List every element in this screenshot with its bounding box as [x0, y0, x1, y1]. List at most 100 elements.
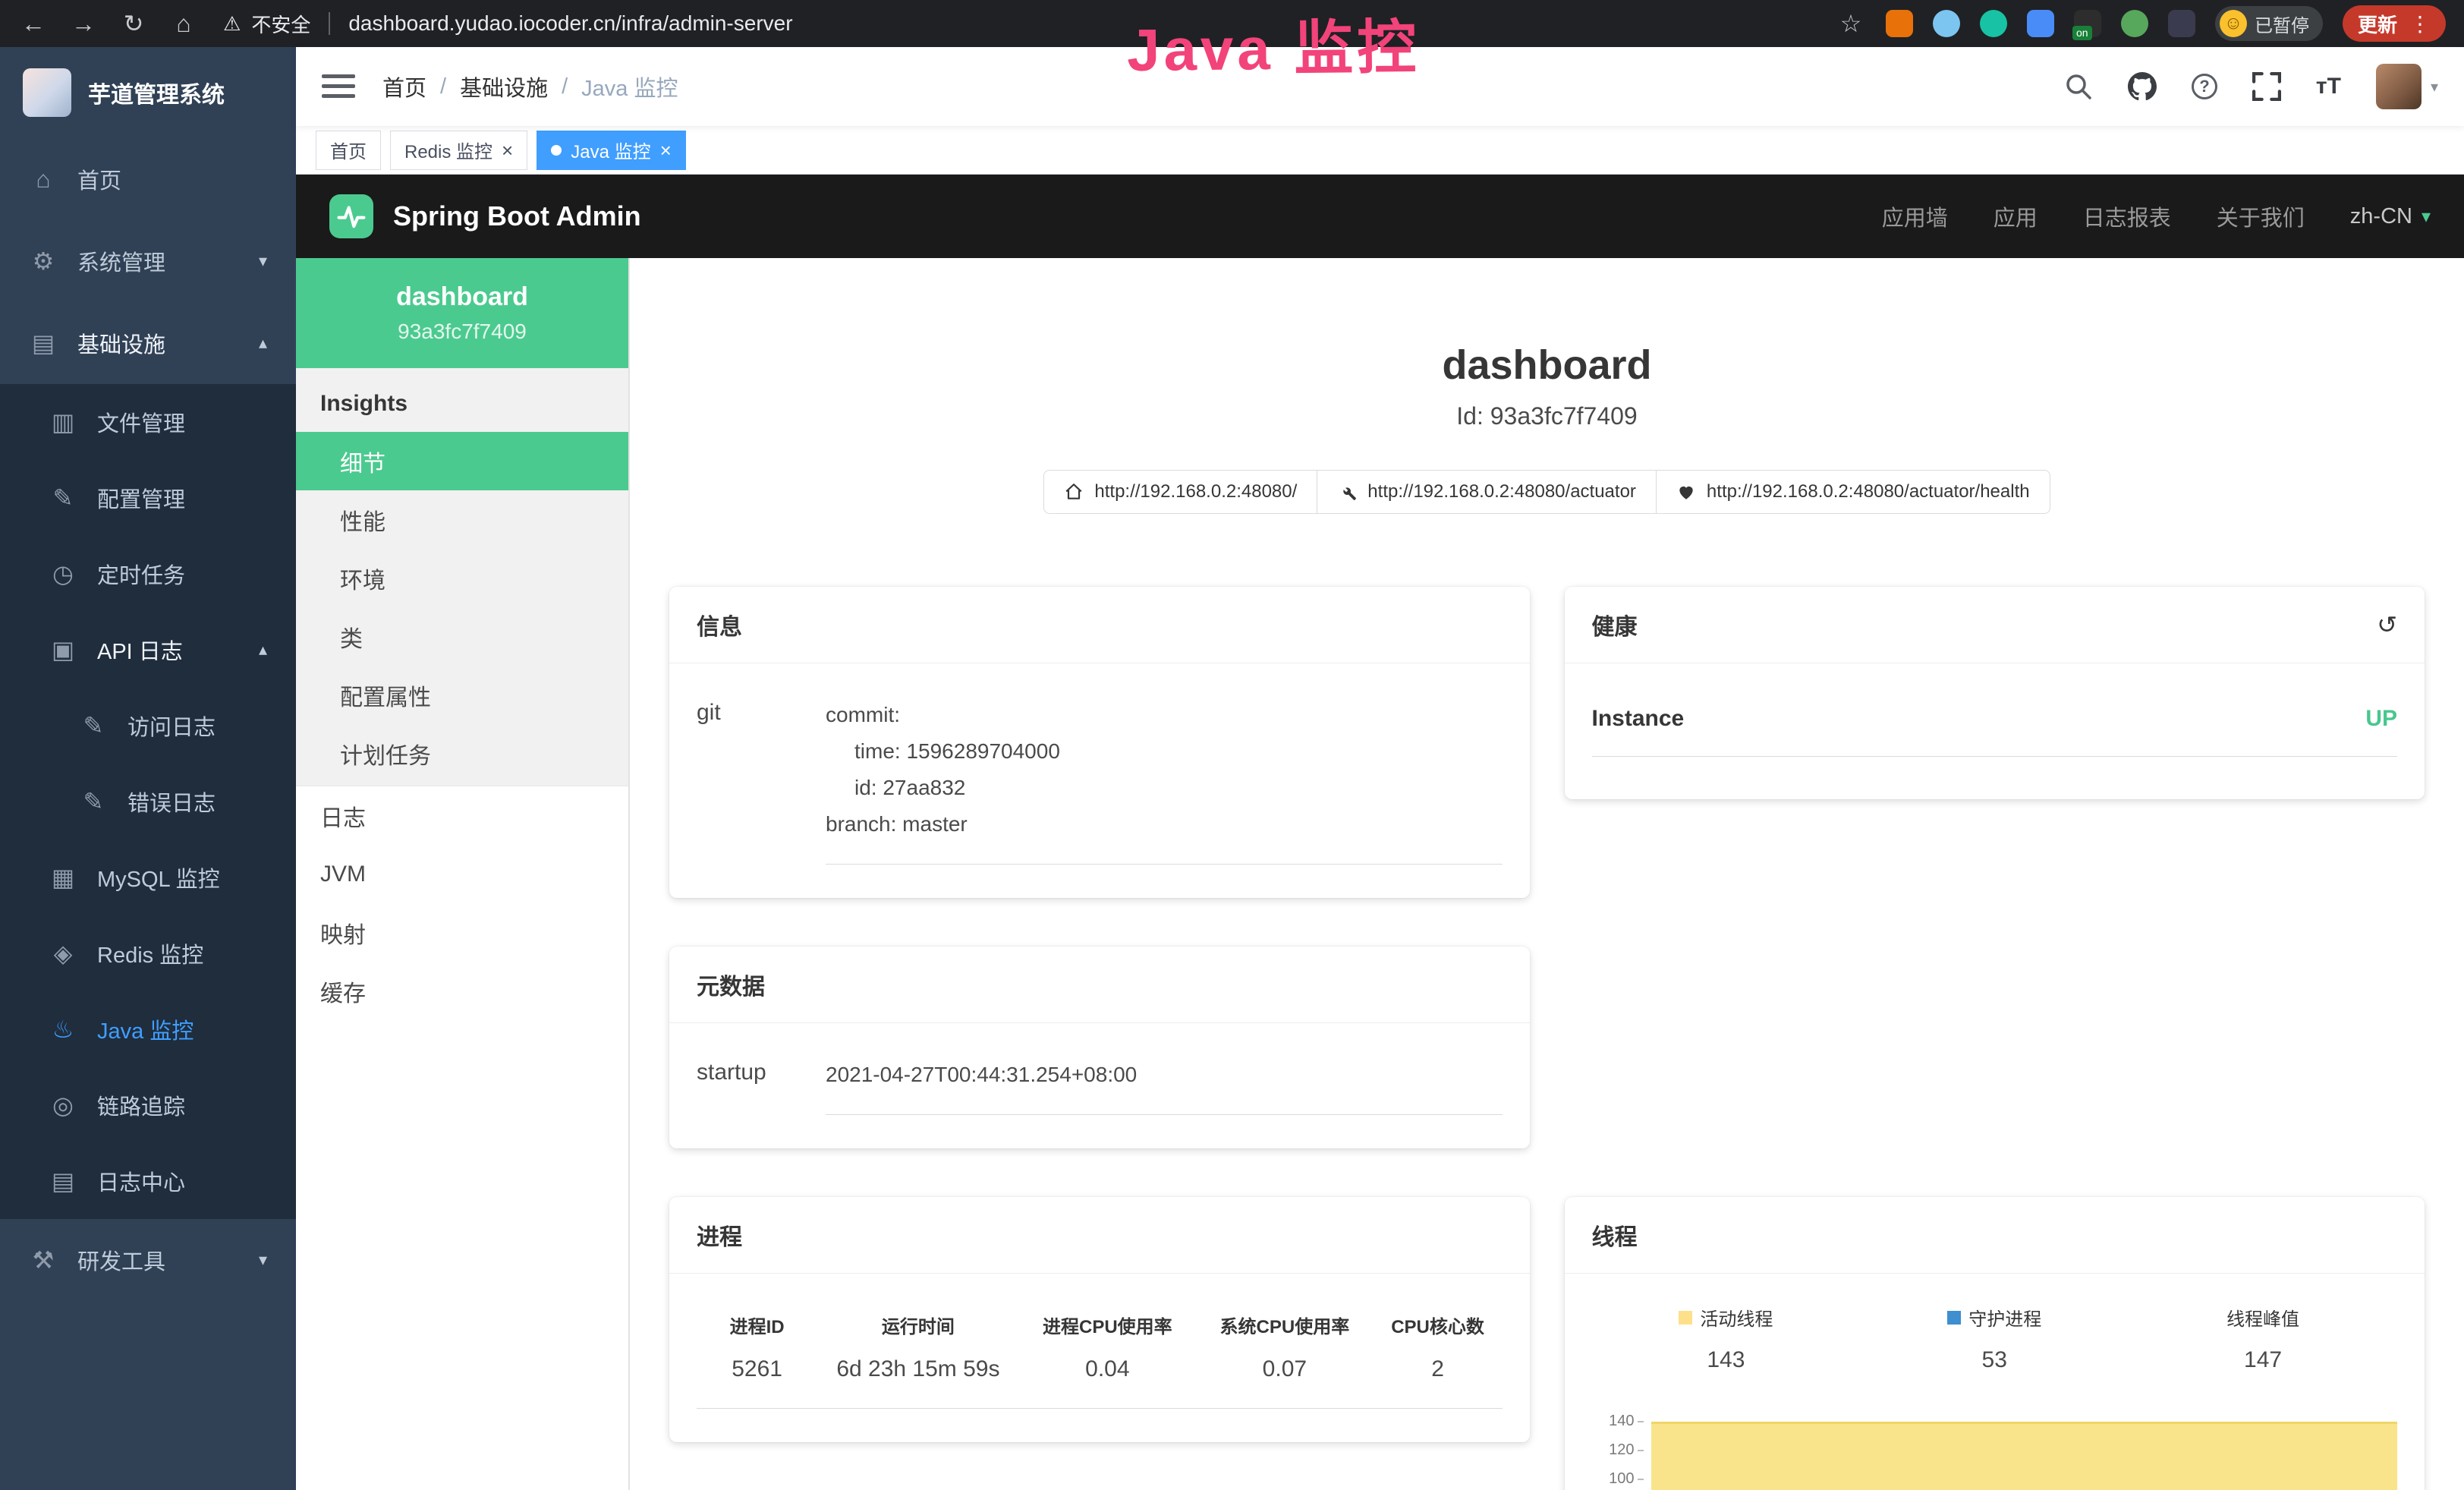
process-col-cores: CPU核心数	[1374, 1307, 1503, 1356]
instance-id: 93a3fc7f7409	[398, 320, 527, 344]
sba-nav-mappings[interactable]: 映射	[296, 903, 628, 962]
sba-nav-config-props[interactable]: 配置属性	[296, 666, 628, 724]
sba-nav-scheduled-tasks[interactable]: 计划任务	[296, 724, 628, 783]
health-url: http://192.168.0.2:48080/actuator/health	[1707, 481, 2030, 502]
metadata-key: startup	[697, 1057, 826, 1115]
browser-menu-icon[interactable]: ⋮	[2409, 11, 2431, 36]
extension-icon-6[interactable]	[2121, 10, 2148, 37]
close-icon[interactable]: ×	[502, 140, 513, 160]
sba-main: dashboard Id: 93a3fc7f7409 http://192.16…	[630, 258, 2464, 1490]
service-url-button[interactable]: http://192.168.0.2:48080/	[1043, 470, 1317, 514]
card-title: 进程	[697, 1218, 742, 1252]
extension-icon-3[interactable]	[1980, 10, 2007, 37]
chrome-update-button[interactable]: 更新 ⋮	[2343, 5, 2446, 42]
github-icon[interactable]	[2128, 72, 2157, 101]
info-value: commit: time: 1596289704000 id: 27aa832 …	[826, 697, 1503, 865]
close-icon[interactable]: ×	[660, 140, 672, 160]
extension-icon-2[interactable]	[1933, 10, 1960, 37]
health-url-button[interactable]: http://192.168.0.2:48080/actuator/health	[1656, 470, 2050, 514]
sba-nav-about[interactable]: 关于我们	[2217, 200, 2305, 232]
log-icon: ▣	[49, 635, 77, 664]
search-icon[interactable]	[2064, 72, 2093, 101]
sidebar-item-label: 链路追踪	[97, 1089, 185, 1121]
fullscreen-icon[interactable]	[2252, 72, 2281, 101]
sba-nav-journal[interactable]: 日志报表	[2083, 200, 2171, 232]
metadata-value-wrap: 2021-04-27T00:44:31.254+08:00	[826, 1057, 1503, 1115]
sidebar-item-api-logs[interactable]: ▣ API 日志 ▴	[0, 612, 296, 688]
app-logo-row[interactable]: 芋道管理系统	[0, 47, 296, 138]
sba-nav-details[interactable]: 细节	[296, 432, 628, 490]
sba-nav-jvm[interactable]: JVM	[296, 845, 628, 903]
sba-brand-title: Spring Boot Admin	[393, 200, 641, 232]
reload-icon[interactable]: ↻	[118, 9, 149, 38]
sidebar-item-label: 错误日志	[127, 786, 216, 817]
sidebar-item-java-monitor[interactable]: ♨ Java 监控	[0, 991, 296, 1067]
extension-icon-7[interactable]	[2168, 10, 2195, 37]
sidebar-item-error-logs[interactable]: ✎ 错误日志	[0, 764, 296, 840]
back-icon[interactable]: ←	[18, 10, 49, 38]
profile-paused-chip[interactable]: ☺ 已暂停	[2215, 6, 2323, 41]
threads-card-body: 活动线程 143 守护进程	[1565, 1274, 2425, 1490]
history-icon[interactable]: ↺	[2377, 610, 2397, 639]
home-icon[interactable]: ⌂	[168, 10, 199, 38]
log-center-icon: ▤	[49, 1167, 77, 1195]
sidebar-item-access-logs[interactable]: ✎ 访问日志	[0, 688, 296, 764]
breadcrumb-home[interactable]: 首页	[382, 71, 426, 102]
help-icon[interactable]: ?	[2192, 74, 2217, 99]
sba-nav-caches[interactable]: 缓存	[296, 962, 628, 1020]
sba-nav-metrics[interactable]: 性能	[296, 490, 628, 549]
sidebar-item-config-management[interactable]: ✎ 配置管理	[0, 460, 296, 536]
sba-nav-environment[interactable]: 环境	[296, 549, 628, 607]
wrench-icon	[1337, 482, 1357, 502]
health-row-instance[interactable]: Instance UP	[1592, 706, 2398, 757]
url-text[interactable]: dashboard.yudao.iocoder.cn/infra/admin-s…	[348, 11, 792, 36]
sidebar-item-mysql-monitor[interactable]: ▦ MySQL 监控	[0, 840, 296, 915]
detail-cards: 信息 git commit: time: 1596289704000 id: 2	[630, 514, 2464, 1490]
sba-locale-select[interactable]: zh-CN ▾	[2350, 204, 2431, 229]
sidebar-item-label: 系统管理	[77, 245, 165, 277]
font-size-icon[interactable]: тT	[2316, 74, 2341, 99]
sidebar-item-system[interactable]: ⚙ 系统管理 ▾	[0, 220, 296, 302]
sidebar-item-tracing[interactable]: ◎ 链路追踪	[0, 1067, 296, 1143]
paused-label: 已暂停	[2255, 11, 2309, 37]
health-card: 健康 ↺ Instance UP	[1565, 587, 2425, 799]
extension-icon-1[interactable]	[1886, 10, 1913, 37]
doc-icon: ✎	[79, 787, 108, 816]
tab-java-monitor[interactable]: Java 监控 ×	[537, 131, 686, 170]
instance-subtitle: Id: 93a3fc7f7409	[630, 402, 2464, 430]
sidebar-item-infrastructure[interactable]: ▤ 基础设施 ▴	[0, 302, 296, 384]
hamburger-icon[interactable]	[322, 73, 355, 100]
user-menu[interactable]: ▾	[2376, 64, 2438, 109]
sba-instance-header[interactable]: dashboard 93a3fc7f7409	[296, 258, 628, 368]
info-row-git: git commit: time: 1596289704000 id: 27aa…	[697, 697, 1503, 865]
sidebar-item-file-management[interactable]: ▥ 文件管理	[0, 384, 296, 460]
address-bar[interactable]: ⚠ 不安全 dashboard.yudao.iocoder.cn/infra/a…	[223, 10, 793, 38]
card-title: 元数据	[697, 968, 765, 1001]
sidebar-item-scheduled-jobs[interactable]: ◷ 定时任务	[0, 536, 296, 612]
breadcrumb-infrastructure[interactable]: 基础设施	[460, 71, 548, 102]
instance-links: http://192.168.0.2:48080/ http://192.168…	[630, 470, 2464, 514]
sidebar-item-dev-tools[interactable]: ⚒ 研发工具 ▾	[0, 1219, 296, 1301]
tab-home[interactable]: 首页	[316, 131, 381, 170]
sba-nav-classes[interactable]: 类	[296, 607, 628, 666]
extension-icon-5[interactable]: on	[2074, 10, 2101, 37]
sidebar-item-redis-monitor[interactable]: ◈ Redis 监控	[0, 915, 296, 991]
extension-on-badge: on	[2072, 26, 2092, 40]
tab-redis-monitor[interactable]: Redis 监控 ×	[390, 131, 527, 170]
metadata-card-header: 元数据	[669, 947, 1530, 1023]
sba-item-label: 计划任务	[340, 737, 431, 770]
sidebar-item-log-center[interactable]: ▤ 日志中心	[0, 1143, 296, 1219]
sba-nav-wallboard[interactable]: 应用墙	[1882, 200, 1948, 232]
sidebar-item-label: 文件管理	[97, 406, 185, 438]
legend-value: 143	[1592, 1347, 1861, 1373]
redis-icon: ◈	[49, 939, 77, 968]
bookmark-star-icon[interactable]: ☆	[1836, 9, 1866, 38]
sidebar-item-home[interactable]: ⌂ 首页	[0, 138, 296, 220]
sba-nav-logs[interactable]: 日志	[296, 786, 628, 845]
sidebar-item-label: MySQL 监控	[97, 862, 220, 893]
sba-nav-applications[interactable]: 应用	[1994, 200, 2038, 232]
actuator-url-button[interactable]: http://192.168.0.2:48080/actuator	[1317, 470, 1657, 514]
chevron-down-icon: ▾	[259, 1250, 267, 1270]
forward-icon[interactable]: →	[68, 10, 99, 38]
extension-icon-4[interactable]	[2027, 10, 2054, 37]
